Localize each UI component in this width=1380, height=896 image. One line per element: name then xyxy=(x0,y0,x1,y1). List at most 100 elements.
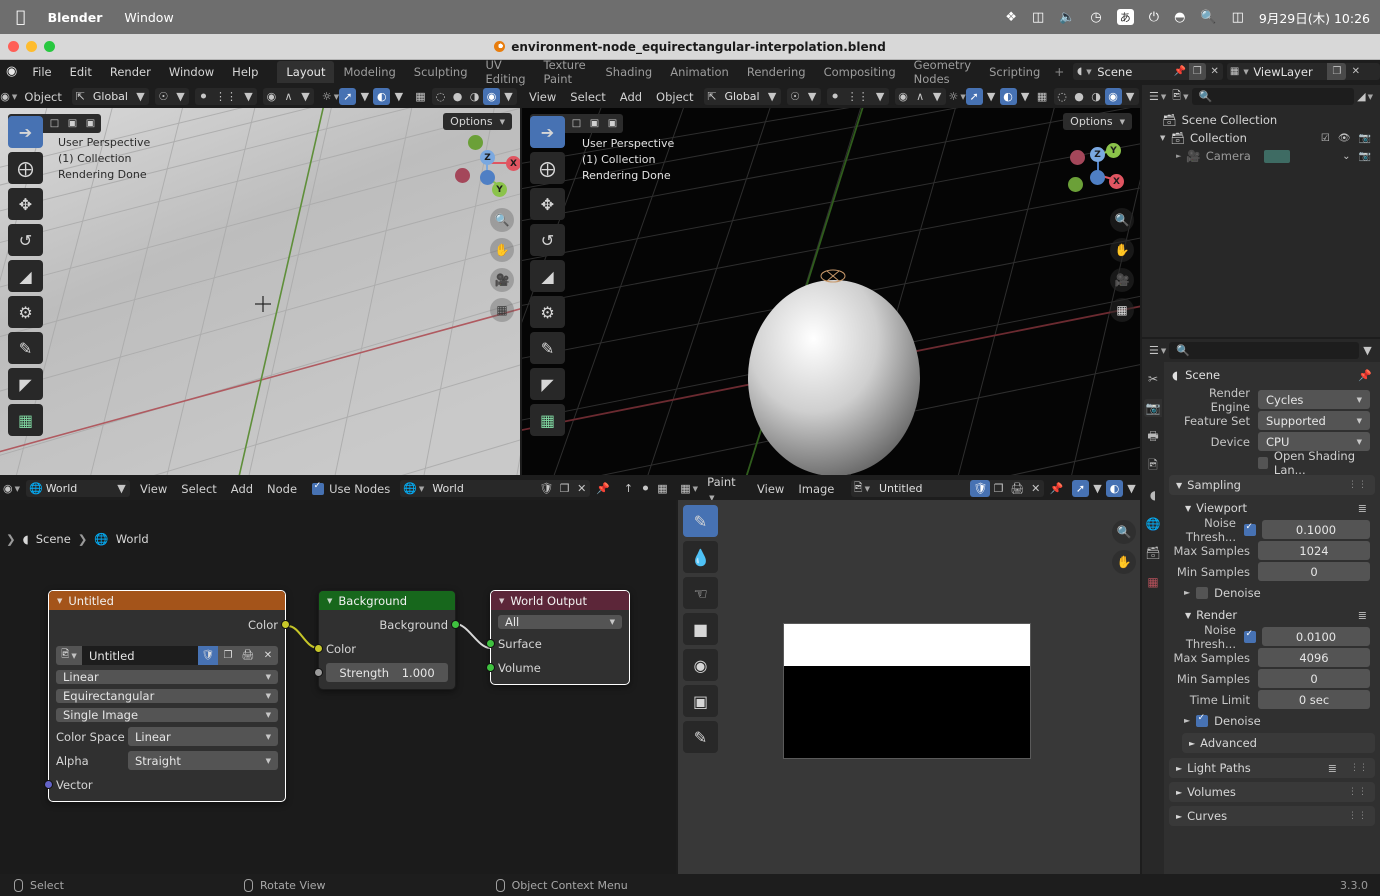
menu-render[interactable]: Render xyxy=(101,63,160,81)
viewport-left-canvas[interactable]: ▢ ■ □ ▣ ▣ Options ▼ User Perspective (1)… xyxy=(0,108,520,475)
viewport-left-nav-gizmo[interactable]: Z X Y xyxy=(450,130,520,197)
magnet-icon[interactable]: ⚫ xyxy=(827,88,844,105)
rendered-shading-icon[interactable]: ◉ xyxy=(1104,88,1122,105)
add-workspace-button[interactable]: + xyxy=(1049,65,1069,79)
chevron-down-icon[interactable]: ▼ xyxy=(1017,88,1034,105)
mode-selector[interactable]: Object xyxy=(17,89,68,105)
tab-compositing[interactable]: Compositing xyxy=(815,61,905,83)
chevron-down-icon[interactable]: ▼ xyxy=(764,88,781,105)
drag-handle-icon[interactable]: ⋮⋮ xyxy=(1348,811,1368,821)
preset-list-icon[interactable]: ≣ xyxy=(1328,762,1337,775)
select-intersect-mode-icon[interactable]: ▣ xyxy=(82,116,99,131)
pivot-group[interactable]: ☉ ▼ xyxy=(154,88,189,105)
menu-view[interactable]: View xyxy=(133,481,174,497)
image-icon[interactable]: 🖻 ▼ xyxy=(56,646,82,665)
material-shading-icon[interactable]: ◑ xyxy=(1088,88,1105,105)
pack-image-icon[interactable]: 🖨 xyxy=(238,646,258,665)
use-nodes-checkbox[interactable] xyxy=(312,481,325,495)
menu-node[interactable]: Node xyxy=(260,481,304,497)
fill-tool[interactable]: ◉ xyxy=(683,649,718,681)
unlink-image-icon[interactable]: ✕ xyxy=(1027,480,1044,497)
pivot-icon[interactable]: ☉ xyxy=(155,88,172,105)
select-box-tool[interactable]: ➔ xyxy=(530,116,565,148)
breadcrumb-scene[interactable]: Scene xyxy=(36,532,71,546)
editor-type-icon[interactable]: ◉ ▼ xyxy=(0,88,17,105)
gizmo-axis-z[interactable]: Z xyxy=(480,150,495,165)
pivot-icon[interactable]: ☉ xyxy=(787,88,804,105)
viewport-left-options-button[interactable]: Options ▼ xyxy=(443,113,512,130)
chevron-down-icon[interactable]: ▼ xyxy=(240,88,257,105)
expand-chevron-icon[interactable]: ► xyxy=(1176,152,1181,160)
scale-tool[interactable]: ◢ xyxy=(530,260,565,292)
menu-help[interactable]: Help xyxy=(223,63,267,81)
material-shading-icon[interactable]: ◑ xyxy=(466,88,483,105)
rotate-tool[interactable]: ↺ xyxy=(530,224,565,256)
min-samples-value[interactable]: 0 xyxy=(1258,562,1370,581)
strength-slider[interactable]: Strength 1.000 xyxy=(326,663,448,682)
rendered-shading-icon[interactable]: ◉ xyxy=(483,88,500,105)
source-dropdown[interactable]: Single Image ▼ xyxy=(56,708,278,722)
chevron-down-icon[interactable]: ▼ xyxy=(872,88,889,105)
input-socket-color[interactable] xyxy=(314,644,323,653)
projection-dropdown[interactable]: Equirectangular ▼ xyxy=(56,689,278,703)
max-samples-value[interactable]: 4096 xyxy=(1258,648,1370,667)
pin-icon[interactable]: 📌 xyxy=(593,480,613,497)
expand-chevron-icon[interactable]: ► xyxy=(1176,764,1182,773)
measure-tool[interactable]: ◤ xyxy=(8,368,43,400)
expand-chevron-icon[interactable]: ► xyxy=(1184,588,1190,597)
cursor-tool[interactable]: ⨁ xyxy=(530,152,565,184)
editor-type-icon[interactable]: ▦ ▼ xyxy=(678,480,700,497)
render-engine-dropdown[interactable]: Cycles ▼ xyxy=(1258,390,1370,409)
unlink-scene-icon[interactable]: ✕ xyxy=(1206,63,1223,80)
gizmo-icon[interactable]: ➚ xyxy=(965,88,983,105)
input-socket-volume[interactable] xyxy=(486,663,495,672)
tab-scripting[interactable]: Scripting xyxy=(980,61,1049,83)
input-socket-vector[interactable] xyxy=(44,780,53,789)
overlays-icon[interactable]: ◐ xyxy=(999,88,1017,105)
node-header[interactable]: ▼ World Output xyxy=(491,591,629,610)
checkbox-icon[interactable]: ☑ xyxy=(1321,133,1330,144)
chevron-down-icon[interactable]: ▼ xyxy=(1089,480,1106,497)
pivot-group[interactable]: ☉ ▼ xyxy=(786,88,821,105)
outliner-row-camera[interactable]: ► 🎥 Camera ⌄ 📷 xyxy=(1142,147,1380,165)
falloff-icon[interactable]: ∧ xyxy=(280,88,297,105)
snap-target-icon[interactable]: ⋮⋮ xyxy=(844,88,872,105)
tab-rendering[interactable]: Rendering xyxy=(738,61,815,83)
menu-blender[interactable]: Blender xyxy=(48,10,103,25)
pan-hand-icon[interactable]: ✋ xyxy=(1112,550,1136,574)
mask-tool[interactable]: ▣ xyxy=(683,685,718,717)
dropbox-icon[interactable]: ❖ xyxy=(1005,11,1017,24)
ortho-toggle-icon[interactable]: ▦ xyxy=(1110,298,1134,322)
gizmo-axis-neg-y[interactable] xyxy=(468,135,483,150)
snap-group[interactable]: ⚫ ⋮⋮ ▼ xyxy=(826,88,889,105)
chevron-down-icon[interactable]: ▼ xyxy=(113,480,130,497)
zoom-icon[interactable]: 🔍 xyxy=(1112,520,1136,544)
color-space-dropdown[interactable]: Linear ▼ xyxy=(128,727,278,746)
pan-hand-icon[interactable]: ✋ xyxy=(1110,238,1134,262)
noise-threshold-checkbox[interactable] xyxy=(1244,522,1256,536)
menu-object[interactable]: Object xyxy=(649,89,700,105)
expand-chevron-icon[interactable]: ▼ xyxy=(1185,504,1191,513)
wireframe-shading-icon[interactable]: ◌ xyxy=(432,88,449,105)
drag-handle-icon[interactable]: ⋮⋮ xyxy=(1348,480,1368,490)
proportional-edit-icon[interactable]: ◉ xyxy=(895,88,912,105)
chevron-down-icon[interactable]: ▼ xyxy=(1359,342,1376,359)
gizmo-icon[interactable]: ➚ xyxy=(339,88,357,105)
node-header[interactable]: ▼ Background xyxy=(319,591,455,610)
outliner-row-scene-collection[interactable]: 🗃 Scene Collection xyxy=(1142,111,1380,129)
collapse-chevron-icon[interactable]: ▼ xyxy=(327,597,332,605)
gizmo-axis-neg-z[interactable] xyxy=(480,170,495,185)
viewport-right-options-button[interactable]: Options ▼ xyxy=(1063,113,1132,130)
scene-selector[interactable]: ◖ ▼ Scene 📌 ❐ ✕ xyxy=(1073,63,1224,80)
select-subtract-mode-icon[interactable]: □ xyxy=(46,116,63,131)
scale-tool[interactable]: ◢ xyxy=(8,260,43,292)
apple-icon[interactable]:  xyxy=(16,9,26,25)
move-tool[interactable]: ✥ xyxy=(530,188,565,220)
menu-view[interactable]: View xyxy=(750,481,791,497)
new-scene-icon[interactable]: ❐ xyxy=(1188,63,1206,80)
snap-node-icon[interactable]: ⚫ xyxy=(637,480,654,497)
world-icon[interactable]: 🌐 xyxy=(1144,515,1162,533)
transform-tool[interactable]: ⚙ xyxy=(530,296,565,328)
drag-handle-icon[interactable]: ⋮⋮ xyxy=(1350,763,1368,773)
gizmo-axis-neg-x[interactable] xyxy=(455,168,470,183)
